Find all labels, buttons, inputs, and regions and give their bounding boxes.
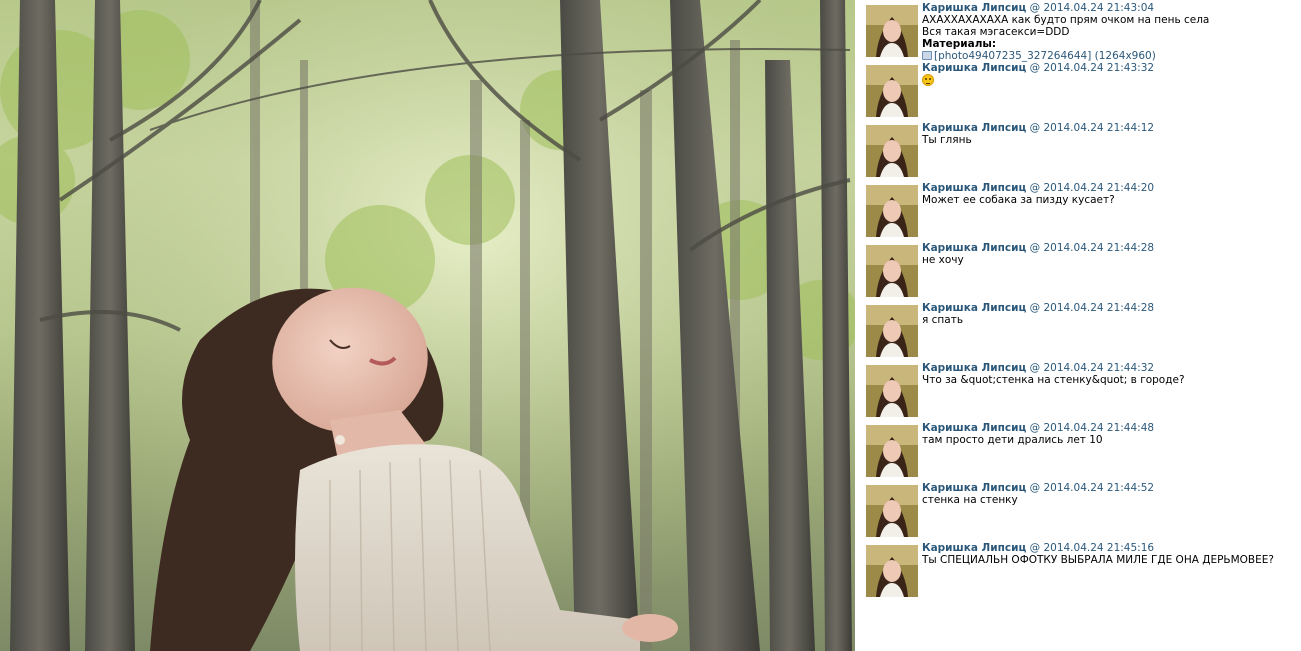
author-avatar[interactable] <box>866 485 918 537</box>
message-item: Каришка Липсиц @ 2014.04.24 21:44:12 Ты г… <box>866 121 1296 179</box>
message-text: я спать <box>922 314 964 326</box>
message-timestamp: 2014.04.24 21:43:32 <box>1043 62 1155 74</box>
message-header: Каришка Липсиц @ 2014.04.24 21:43:04 <box>922 2 1154 14</box>
message-text: Ты СПЕЦИАЛЬН ОФОТКУ ВЫБРАЛА МИЛЕ ГДЕ ОНА… <box>922 554 1274 566</box>
message-body: Ты СПЕЦИАЛЬН ОФОТКУ ВЫБРАЛА МИЛЕ ГДЕ ОНА… <box>922 554 1274 566</box>
author-link[interactable]: Каришка Липсиц <box>922 62 1026 74</box>
separator: @ <box>1029 422 1041 434</box>
message-timestamp: 2014.04.24 21:44:48 <box>1043 422 1155 434</box>
separator: @ <box>1029 62 1041 74</box>
message-item: Каришка Липсиц @ 2014.04.24 21:43:04 АХАХ… <box>866 1 1296 62</box>
author-avatar[interactable] <box>866 125 918 177</box>
attached-photo <box>0 0 855 651</box>
message-header: Каришка Липсиц @ 2014.04.24 21:44:28 <box>922 302 1154 314</box>
message-text: не хочу <box>922 254 964 266</box>
separator: @ <box>1029 182 1041 194</box>
message-header: Каришка Липсиц @ 2014.04.24 21:44:20 <box>922 182 1154 194</box>
message-text: Что за &quot;стенка на стенку&quot; в го… <box>922 374 1185 386</box>
message-timestamp: 2014.04.24 21:44:28 <box>1043 242 1155 254</box>
separator: @ <box>1029 302 1041 314</box>
message-item: Каришка Липсиц @ 2014.04.24 21:44:52 стен… <box>866 481 1296 539</box>
message-text: АХАХХАХАХАХА как будто прям очком на пен… <box>922 14 1210 26</box>
author-avatar[interactable] <box>866 185 918 237</box>
message-body <box>922 74 934 86</box>
separator: @ <box>1029 242 1041 254</box>
message-item: Каришка Липсиц @ 2014.04.24 21:44:28 не х… <box>866 241 1296 299</box>
separator: @ <box>1029 482 1041 494</box>
author-link[interactable]: Каришка Липсиц <box>922 422 1026 434</box>
author-avatar[interactable] <box>866 425 918 477</box>
separator: @ <box>1029 362 1041 374</box>
message-body: я спать <box>922 314 963 326</box>
message-header: Каришка Липсиц @ 2014.04.24 21:44:52 <box>922 482 1154 494</box>
author-avatar[interactable] <box>866 65 918 117</box>
separator: @ <box>1029 542 1041 554</box>
author-avatar[interactable] <box>866 545 918 597</box>
separator: @ <box>1029 2 1041 14</box>
author-link[interactable]: Каришка Липсиц <box>922 542 1026 554</box>
message-timestamp: 2014.04.24 21:44:28 <box>1043 302 1155 314</box>
message-body: Может ее собака за пизду кусает? <box>922 194 1115 206</box>
author-link[interactable]: Каришка Липсиц <box>922 482 1026 494</box>
message-item: Каришка Липсиц @ 2014.04.24 21:44:48 там … <box>866 421 1296 479</box>
message-item: Каришка Липсиц @ 2014.04.24 21:43:32 <box>866 61 1296 119</box>
message-timestamp: 2014.04.24 21:44:20 <box>1043 182 1155 194</box>
author-link[interactable]: Каришка Липсиц <box>922 242 1026 254</box>
author-link[interactable]: Каришка Липсиц <box>922 302 1026 314</box>
message-text: Может ее собака за пизду кусает? <box>922 194 1115 206</box>
author-link[interactable]: Каришка Липсиц <box>922 362 1026 374</box>
author-avatar[interactable] <box>866 245 918 297</box>
message-item: Каришка Липсиц @ 2014.04.24 21:44:20 Може… <box>866 181 1296 239</box>
message-timestamp: 2014.04.24 21:44:32 <box>1043 362 1155 374</box>
message-timestamp: 2014.04.24 21:45:16 <box>1043 542 1155 554</box>
message-header: Каришка Липсиц @ 2014.04.24 21:44:48 <box>922 422 1154 434</box>
message-body: стенка на стенку <box>922 494 1018 506</box>
message-header: Каришка Липсиц @ 2014.04.24 21:44:32 <box>922 362 1154 374</box>
message-timestamp: 2014.04.24 21:44:12 <box>1043 122 1155 134</box>
message-item: Каришка Липсиц @ 2014.04.24 21:44:28 я сп… <box>866 301 1296 359</box>
author-avatar[interactable] <box>866 365 918 417</box>
message-body: Ты глянь <box>922 134 972 146</box>
author-link[interactable]: Каришка Липсиц <box>922 182 1026 194</box>
message-text: там просто дети дрались лет 10 <box>922 434 1103 446</box>
author-avatar[interactable] <box>866 305 918 357</box>
author-link[interactable]: Каришка Липсиц <box>922 122 1026 134</box>
message-text: Вся такая мэгасекси=DDD <box>922 26 1070 38</box>
message-body: Что за &quot;стенка на стенку&quot; в го… <box>922 374 1185 386</box>
message-item: Каришка Липсиц @ 2014.04.24 21:45:16 Ты С… <box>866 541 1296 599</box>
message-timestamp: 2014.04.24 21:43:04 <box>1043 2 1155 14</box>
message-header: Каришка Липсиц @ 2014.04.24 21:43:32 <box>922 62 1154 74</box>
message-header: Каришка Липсиц @ 2014.04.24 21:44:28 <box>922 242 1154 254</box>
message-header: Каришка Липсиц @ 2014.04.24 21:44:12 <box>922 122 1154 134</box>
photo-icon <box>922 51 932 60</box>
smile-emoji-icon <box>922 74 934 86</box>
message-body: АХАХХАХАХАХА как будто прям очком на пен… <box>922 14 1209 62</box>
message-text: стенка на стенку <box>922 494 1018 506</box>
message-body: не хочу <box>922 254 964 266</box>
separator: @ <box>1029 122 1041 134</box>
message-log: Каришка Липсиц @ 2014.04.24 21:43:04 АХАХ… <box>861 0 1301 651</box>
message-body: там просто дети дрались лет 10 <box>922 434 1103 446</box>
materials-label: Материалы: <box>922 38 997 50</box>
message-text: Ты глянь <box>922 134 972 146</box>
message-timestamp: 2014.04.24 21:44:52 <box>1043 482 1155 494</box>
message-header: Каришка Липсиц @ 2014.04.24 21:45:16 <box>922 542 1154 554</box>
message-item: Каришка Липсиц @ 2014.04.24 21:44:32 Что … <box>866 361 1296 419</box>
author-avatar[interactable] <box>866 5 918 57</box>
author-link[interactable]: Каришка Липсиц <box>922 2 1026 14</box>
